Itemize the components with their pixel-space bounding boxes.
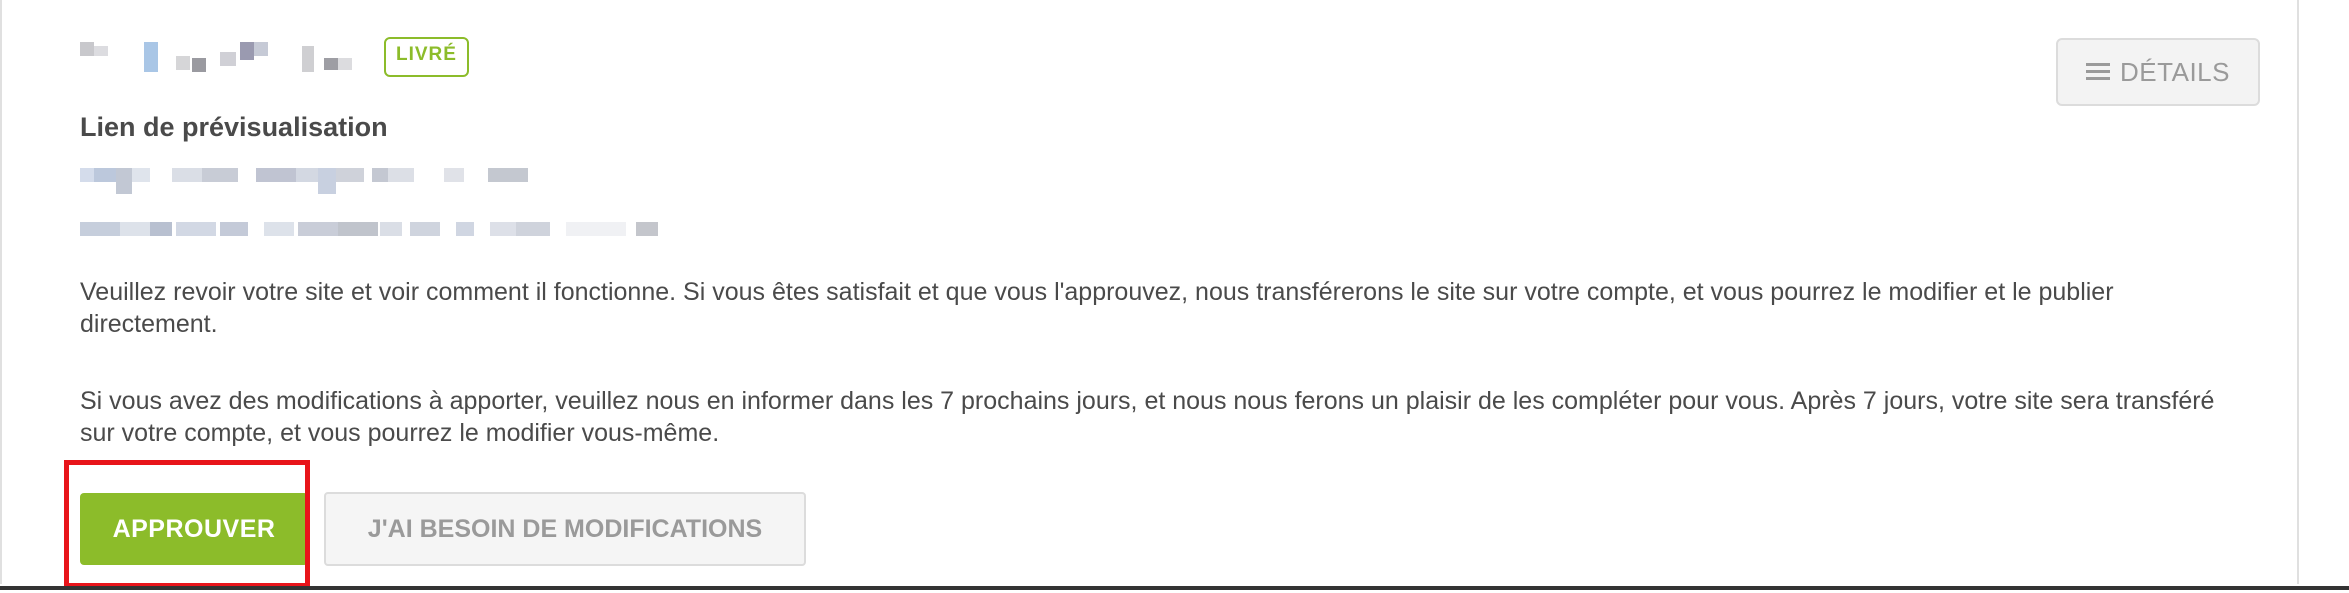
review-instructions-text: Veuillez revoir votre site et voir comme… (80, 278, 2114, 338)
modifications-instructions-text: Si vous avez des modifications à apporte… (80, 387, 2215, 447)
redacted-order-name (80, 38, 370, 76)
order-page: LIVRÉ DÉTAILS Lien de prévisualisation V… (0, 0, 2349, 593)
redacted-preview-link-line-2 (80, 216, 680, 242)
details-button-label: DÉTAILS (2120, 56, 2230, 87)
request-changes-button[interactable]: J'AI BESOIN DE MODIFICATIONS (324, 492, 806, 566)
list-icon (2086, 62, 2111, 82)
order-header: LIVRÉ (80, 37, 469, 77)
preview-link-title: Lien de prévisualisation (80, 112, 388, 142)
redacted-preview-link-line-1 (80, 162, 560, 194)
approve-button[interactable]: APPROUVER (80, 493, 308, 565)
details-button[interactable]: DÉTAILS (2056, 38, 2260, 106)
bottom-divider (0, 586, 2349, 590)
status-badge: LIVRÉ (384, 37, 469, 77)
action-buttons: APPROUVER J'AI BESOIN DE MODIFICATIONS (80, 492, 806, 566)
